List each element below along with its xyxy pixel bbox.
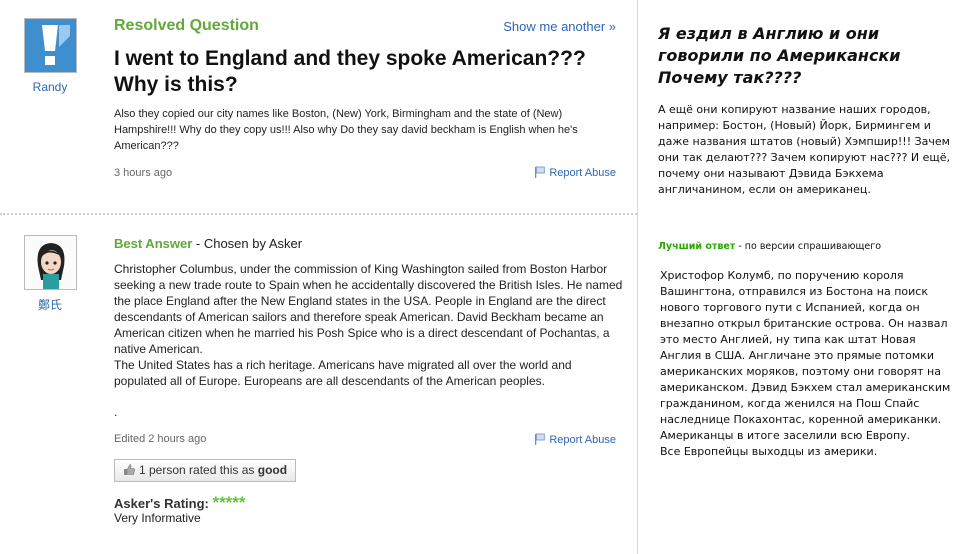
translation-best-heading: Лучший ответ - по версии спрашивающего xyxy=(658,241,881,252)
answer-edited: Edited 2 hours ago xyxy=(114,433,207,445)
status-label: Resolved Question xyxy=(114,17,259,34)
girl-avatar-icon xyxy=(25,236,76,289)
chosen-by-label: - Chosen by Asker xyxy=(192,236,303,251)
rating-text: Very Informative xyxy=(114,511,201,525)
translation-title: Я ездил в Англию и они говорили по Амери… xyxy=(658,24,901,87)
rated-value: good xyxy=(257,463,288,477)
translation-question: А ещё они копируют название наших городо… xyxy=(658,103,951,196)
rated-prefix: 1 person rated this as xyxy=(139,463,258,477)
best-answer-label: Best Answer xyxy=(114,236,193,251)
rating-badge[interactable]: 1 person rated this as good xyxy=(114,459,297,482)
answer-body: Christopher Columbus, under the commissi… xyxy=(114,262,623,388)
asker-rating: Asker's Rating: ***** xyxy=(114,493,246,513)
translation-best-suffix: - по версии спрашивающего xyxy=(735,241,882,252)
qa-panel: Randy Resolved Question Show me another … xyxy=(0,0,638,554)
answerer-avatar[interactable] xyxy=(24,235,77,290)
report-abuse-label: Report Abuse xyxy=(549,434,616,446)
flag-icon xyxy=(534,433,546,445)
translation-panel: Я ездил в Англию и они говорили по Амери… xyxy=(648,0,966,554)
rating-stars: ***** xyxy=(212,493,246,512)
question-title: I went to England and they spoke America… xyxy=(114,47,586,96)
asker-avatar[interactable] xyxy=(24,18,77,73)
answerer-name[interactable]: 鄭氏 xyxy=(20,296,80,313)
best-answer-heading: Best Answer - Chosen by Asker xyxy=(114,236,302,251)
show-another-link[interactable]: Show me another » xyxy=(503,19,616,34)
answer-report-abuse[interactable]: Report Abuse xyxy=(534,433,616,446)
question-body: Also they copied our city names like Bos… xyxy=(114,108,578,152)
thumbs-up-icon xyxy=(123,462,136,475)
answer-dot: . xyxy=(114,405,118,419)
asker-name[interactable]: Randy xyxy=(20,80,80,94)
report-abuse-label: Report Abuse xyxy=(549,167,616,179)
question-time: 3 hours ago xyxy=(114,167,173,179)
exclamation-avatar-icon xyxy=(25,19,76,72)
question-report-abuse[interactable]: Report Abuse xyxy=(534,166,616,179)
flag-icon xyxy=(534,166,546,178)
translation-best-label: Лучший ответ xyxy=(658,241,736,252)
asker-rating-label: Asker's Rating: xyxy=(114,496,213,511)
translation-answer: Христофор Колумб, по поручению короля Ва… xyxy=(660,269,951,458)
